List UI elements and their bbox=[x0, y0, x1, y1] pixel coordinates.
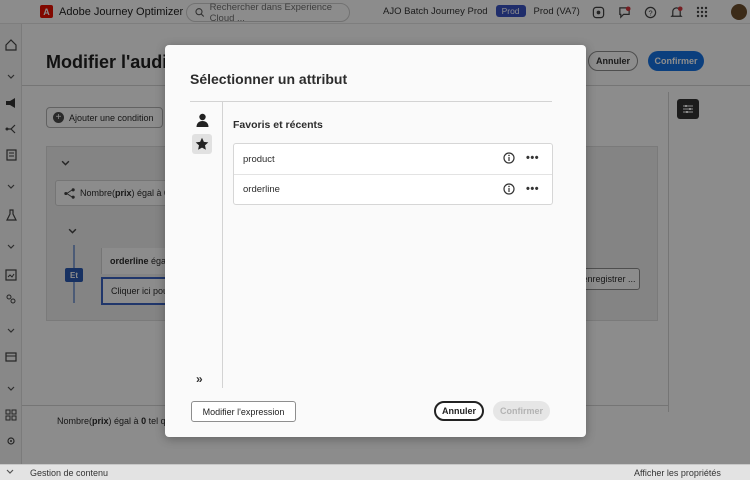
dialog-cancel-button[interactable]: Annuler bbox=[434, 401, 484, 421]
footer-bar: Gestion de contenu Afficher les propriét… bbox=[0, 464, 750, 480]
info-icon[interactable] bbox=[503, 152, 515, 167]
more-actions-icon[interactable]: ••• bbox=[526, 183, 539, 195]
profile-attributes-tab[interactable] bbox=[192, 110, 212, 130]
attribute-list: product ••• orderline ••• bbox=[233, 143, 553, 205]
attribute-name: product bbox=[243, 153, 275, 165]
dialog-side-divider bbox=[222, 102, 223, 388]
dialog-title-divider bbox=[190, 101, 552, 102]
more-actions-icon[interactable]: ••• bbox=[526, 152, 539, 164]
info-icon[interactable] bbox=[503, 183, 515, 198]
section-title: Favoris et récents bbox=[233, 119, 323, 131]
user-icon bbox=[196, 113, 208, 127]
star-icon bbox=[195, 137, 209, 150]
dialog-confirm-button[interactable]: Confirmer bbox=[493, 401, 550, 421]
attribute-row-orderline[interactable]: orderline ••• bbox=[234, 174, 552, 204]
expand-panel-icon[interactable]: » bbox=[196, 372, 203, 386]
select-attribute-dialog: Sélectionner un attribut » Favoris et ré… bbox=[165, 45, 586, 437]
footer-content-management[interactable]: Gestion de contenu bbox=[30, 468, 108, 478]
dialog-title: Sélectionner un attribut bbox=[190, 71, 348, 87]
chevron-down-icon[interactable] bbox=[6, 468, 14, 478]
favorites-tab[interactable] bbox=[192, 134, 212, 154]
attribute-row-product[interactable]: product ••• bbox=[234, 144, 552, 174]
footer-show-properties[interactable]: Afficher les propriétés bbox=[634, 468, 721, 478]
attribute-name: orderline bbox=[243, 184, 280, 195]
modify-expression-button[interactable]: Modifier l'expression bbox=[191, 401, 296, 422]
